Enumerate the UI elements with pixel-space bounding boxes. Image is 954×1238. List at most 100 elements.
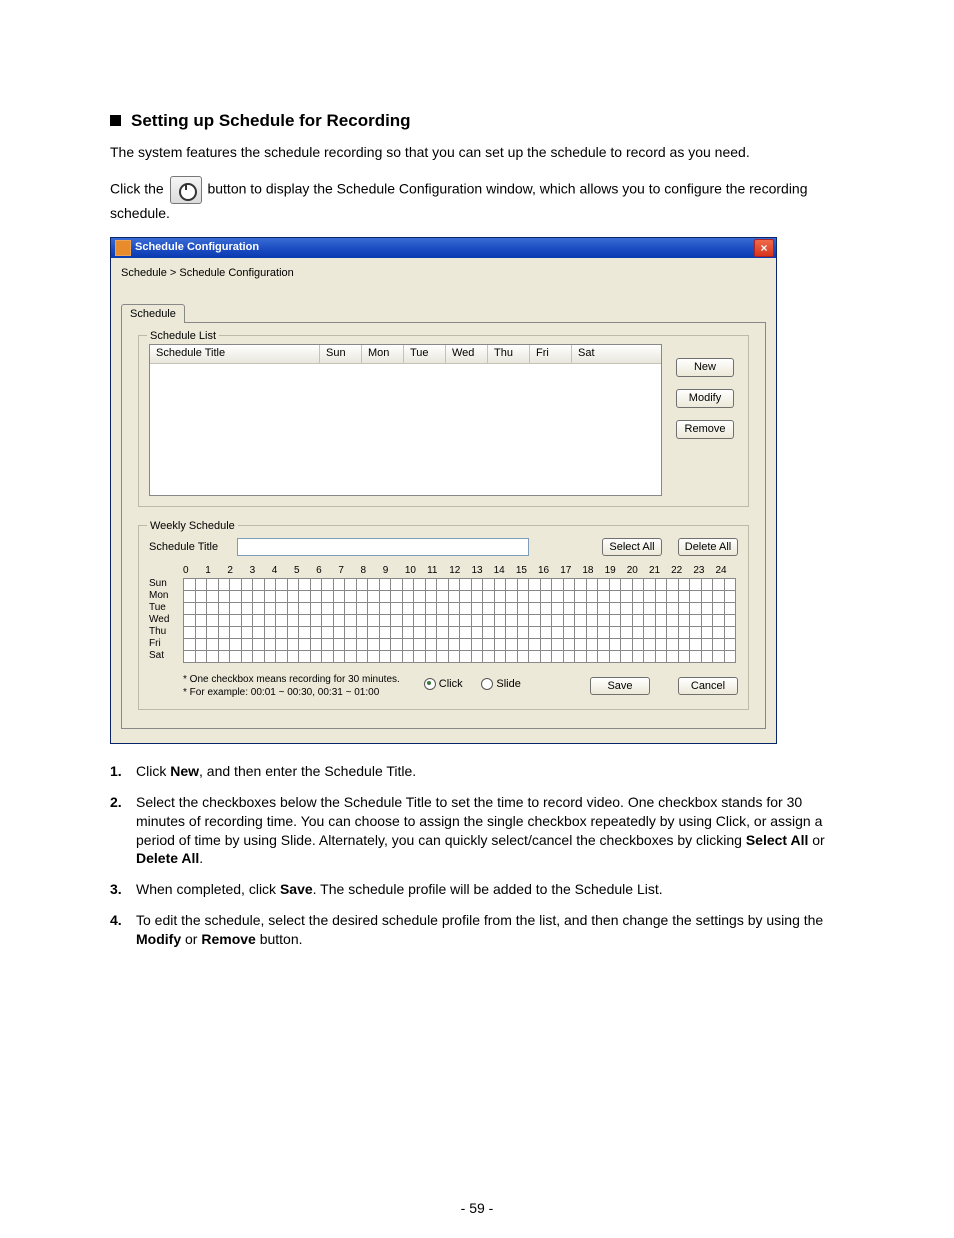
grid-cell[interactable]	[368, 614, 380, 626]
grid-cell[interactable]	[632, 626, 644, 638]
grid-cell[interactable]	[632, 638, 644, 650]
grid-cell[interactable]	[655, 614, 667, 626]
grid-cell[interactable]	[207, 602, 219, 614]
grid-cell[interactable]	[644, 614, 656, 626]
grid-cell[interactable]	[287, 578, 299, 590]
grid-cell[interactable]	[644, 638, 656, 650]
grid-cell[interactable]	[184, 638, 196, 650]
schedule-title-input[interactable]	[237, 538, 529, 556]
grid-cell[interactable]	[184, 590, 196, 602]
grid-cell[interactable]	[437, 638, 449, 650]
grid-cell[interactable]	[667, 578, 679, 590]
grid-cell[interactable]	[494, 650, 506, 662]
grid-cell[interactable]	[529, 578, 541, 590]
grid-cell[interactable]	[529, 602, 541, 614]
grid-cell[interactable]	[356, 602, 368, 614]
grid-cell[interactable]	[724, 590, 736, 602]
grid-cell[interactable]	[414, 602, 426, 614]
grid-cell[interactable]	[655, 638, 667, 650]
grid-cell[interactable]	[483, 614, 495, 626]
grid-cell[interactable]	[368, 590, 380, 602]
grid-cell[interactable]	[345, 638, 357, 650]
grid-cell[interactable]	[563, 626, 575, 638]
grid-cell[interactable]	[586, 614, 598, 626]
grid-cell[interactable]	[724, 602, 736, 614]
grid-cell[interactable]	[241, 590, 253, 602]
grid-cell[interactable]	[437, 590, 449, 602]
grid-cell[interactable]	[437, 614, 449, 626]
tab-schedule[interactable]: Schedule	[121, 304, 185, 324]
grid-cell[interactable]	[230, 650, 242, 662]
grid-cell[interactable]	[552, 626, 564, 638]
grid-cell[interactable]	[598, 614, 610, 626]
grid-cell[interactable]	[322, 650, 334, 662]
grid-cell[interactable]	[345, 578, 357, 590]
grid-cell[interactable]	[506, 590, 518, 602]
grid-cell[interactable]	[667, 590, 679, 602]
grid-cell[interactable]	[575, 578, 587, 590]
grid-cell[interactable]	[563, 590, 575, 602]
grid-cell[interactable]	[644, 650, 656, 662]
grid-cell[interactable]	[391, 626, 403, 638]
grid-cell[interactable]	[310, 602, 322, 614]
grid-cell[interactable]	[506, 578, 518, 590]
grid-cell[interactable]	[448, 650, 460, 662]
grid-cell[interactable]	[517, 578, 529, 590]
grid-cell[interactable]	[230, 614, 242, 626]
grid-cell[interactable]	[563, 650, 575, 662]
grid-cell[interactable]	[195, 602, 207, 614]
grid-cell[interactable]	[241, 602, 253, 614]
grid-cell[interactable]	[690, 638, 702, 650]
grid-cell[interactable]	[724, 650, 736, 662]
grid-cell[interactable]	[448, 578, 460, 590]
grid-cell[interactable]	[448, 638, 460, 650]
grid-cell[interactable]	[356, 626, 368, 638]
grid-cell[interactable]	[713, 590, 725, 602]
grid-cell[interactable]	[460, 578, 472, 590]
grid-cell[interactable]	[356, 590, 368, 602]
grid-cell[interactable]	[253, 614, 265, 626]
grid-cell[interactable]	[621, 626, 633, 638]
grid-cell[interactable]	[483, 626, 495, 638]
remove-button[interactable]: Remove	[676, 420, 734, 439]
grid-cell[interactable]	[218, 578, 230, 590]
grid-cell[interactable]	[575, 650, 587, 662]
grid-cell[interactable]	[701, 614, 713, 626]
grid-cell[interactable]	[287, 650, 299, 662]
grid-cell[interactable]	[253, 578, 265, 590]
mode-slide-radio[interactable]: Slide	[481, 677, 520, 692]
grid-cell[interactable]	[632, 650, 644, 662]
grid-cell[interactable]	[195, 614, 207, 626]
grid-cell[interactable]	[264, 614, 276, 626]
grid-cell[interactable]	[655, 602, 667, 614]
grid-cell[interactable]	[609, 626, 621, 638]
grid-cell[interactable]	[506, 614, 518, 626]
grid-cell[interactable]	[322, 614, 334, 626]
grid-cell[interactable]	[678, 626, 690, 638]
grid-cell[interactable]	[460, 650, 472, 662]
grid-cell[interactable]	[609, 614, 621, 626]
grid-cell[interactable]	[345, 590, 357, 602]
grid-cell[interactable]	[299, 602, 311, 614]
grid-cell[interactable]	[540, 590, 552, 602]
grid-cell[interactable]	[322, 638, 334, 650]
grid-cell[interactable]	[414, 638, 426, 650]
grid-cell[interactable]	[264, 626, 276, 638]
grid-cell[interactable]	[644, 578, 656, 590]
grid-cell[interactable]	[184, 602, 196, 614]
grid-cell[interactable]	[563, 614, 575, 626]
grid-cell[interactable]	[598, 602, 610, 614]
grid-cell[interactable]	[713, 638, 725, 650]
grid-cell[interactable]	[310, 650, 322, 662]
grid-cell[interactable]	[310, 614, 322, 626]
delete-all-button[interactable]: Delete All	[678, 538, 738, 556]
grid-cell[interactable]	[529, 650, 541, 662]
grid-cell[interactable]	[322, 590, 334, 602]
grid-cell[interactable]	[184, 626, 196, 638]
grid-cell[interactable]	[425, 602, 437, 614]
grid-cell[interactable]	[310, 590, 322, 602]
grid-cell[interactable]	[276, 638, 288, 650]
grid-cell[interactable]	[299, 626, 311, 638]
grid-cell[interactable]	[540, 638, 552, 650]
grid-cell[interactable]	[724, 578, 736, 590]
